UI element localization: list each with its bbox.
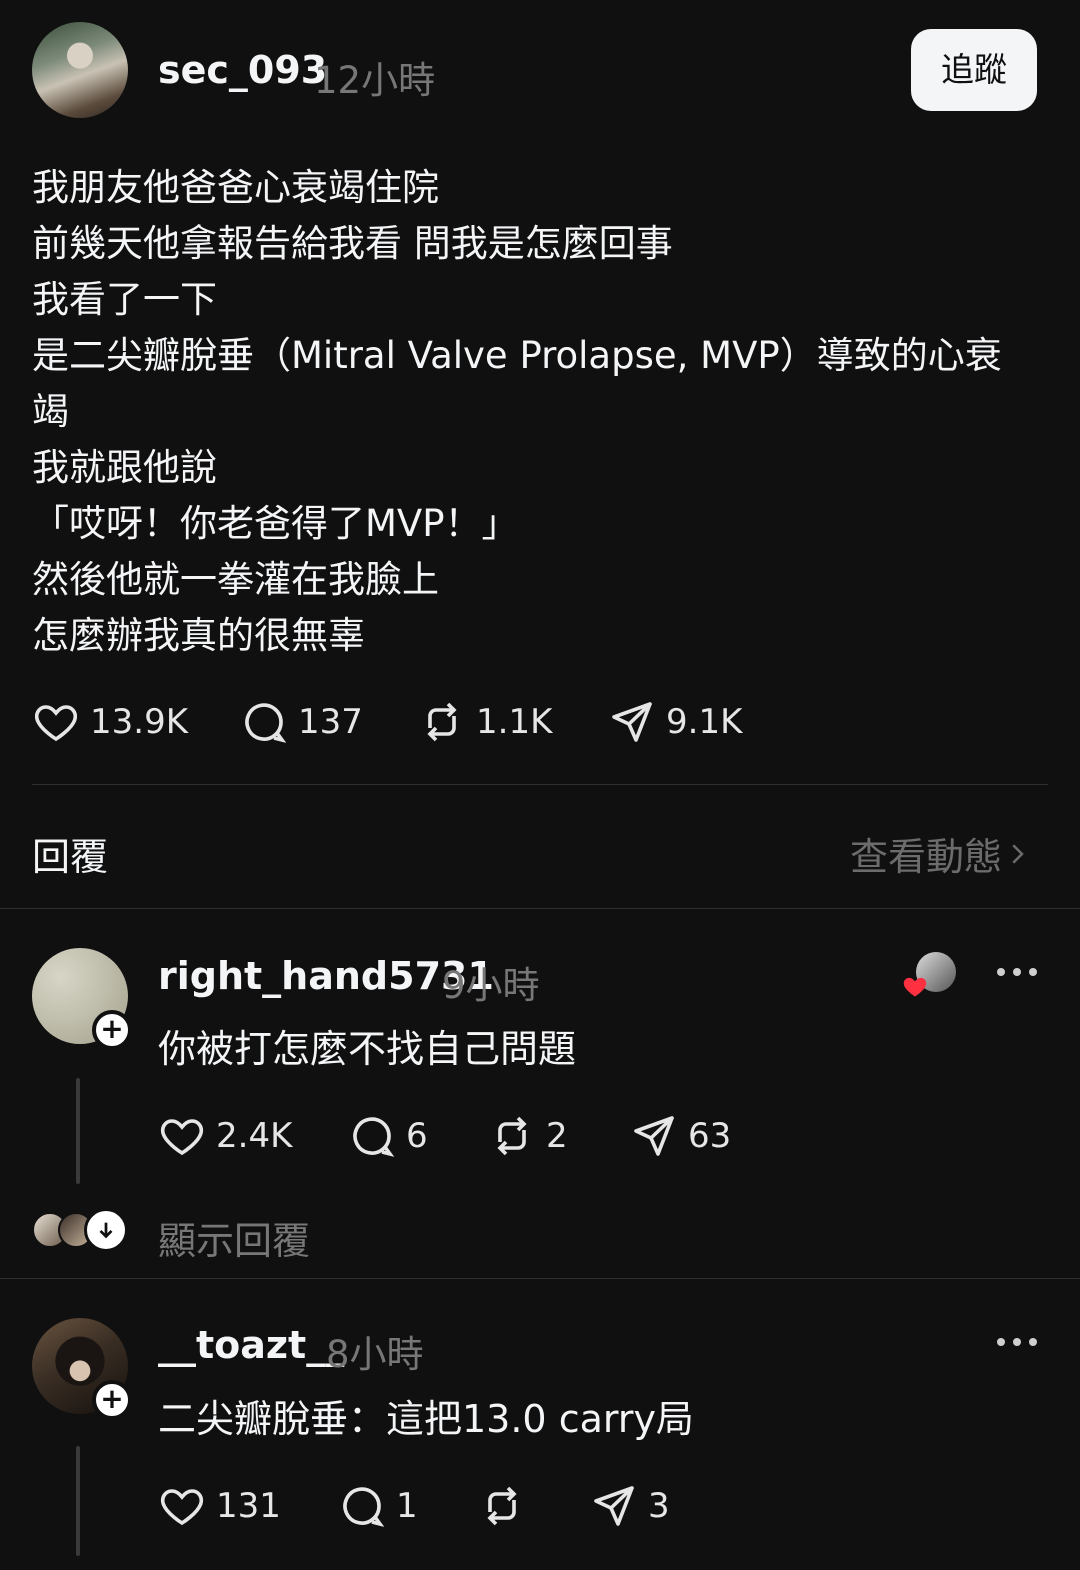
comment-button[interactable]: 137 [240,696,363,748]
plus-icon[interactable]: + [92,1380,132,1420]
repost-icon [487,1486,517,1526]
repost-button[interactable]: 2 [488,1110,568,1162]
post-line: 然後他就一拳灌在我臉上 [32,558,439,601]
repost-count: 1.1K [476,702,553,742]
post-author-username[interactable]: sec_093 [158,48,327,92]
thread-line [76,1078,80,1184]
heart-icon [903,977,927,997]
thread-line [76,1446,80,1556]
reply-timestamp: 8小時 [326,1333,424,1376]
like-button[interactable]: 13.9K [32,696,188,748]
share-button[interactable]: 3 [590,1480,670,1532]
arrow-down-icon[interactable] [84,1208,128,1252]
post-line: 我朋友他爸爸心衰竭住院 [32,166,439,209]
comment-icon [343,1487,385,1527]
like-button[interactable]: 2.4K [158,1110,292,1162]
show-replies-link[interactable]: 顯示回覆 [158,1210,310,1265]
post-line: 怎麼辦我真的很無辜 [32,614,365,657]
comment-count: 137 [298,702,363,742]
comment-count: 1 [396,1486,418,1526]
divider [0,1278,1080,1279]
post-line: 是二尖瓣脫垂（Mitral Valve Prolapse, MVP）導致的心衰 [32,334,1002,377]
post-line: 竭 [32,390,69,433]
more-icon[interactable] [997,968,1037,976]
follow-button[interactable]: 追蹤 [911,29,1037,111]
share-count: 3 [648,1486,670,1526]
repost-icon [427,702,457,742]
share-icon [594,1486,634,1526]
reply-text: 你被打怎麼不找自己問題 [158,1027,577,1071]
share-icon [634,1116,674,1156]
heart-icon [160,1489,204,1526]
reply-text: 二尖瓣脫垂：這把13.0 carry局 [158,1397,694,1441]
post-line: 我看了一下 [32,278,217,321]
more-icon[interactable] [997,1338,1037,1346]
comment-count: 6 [406,1116,428,1156]
post-timestamp: 12小時 [314,59,436,102]
like-count: 13.9K [90,702,188,742]
post-line: 我就跟他說 [32,446,217,489]
share-count: 63 [688,1116,732,1156]
heart-icon [160,1119,204,1156]
repost-button[interactable]: 1.1K [418,696,552,748]
like-count: 2.4K [216,1116,293,1156]
plus-icon[interactable]: + [92,1010,132,1050]
repost-button[interactable] [478,1480,536,1532]
view-activity-link[interactable]: 查看動態 [850,826,1032,881]
reply-author-username[interactable]: __toazt__ [158,1323,344,1367]
divider [0,908,1080,909]
share-icon [612,702,652,742]
view-activity-label: 查看動態 [849,835,1002,879]
comment-icon [245,703,287,743]
replies-title: 回覆 [32,835,109,879]
thread-page: sec_093 12小時 追蹤 我朋友他爸爸心衰竭住院 前幾天他拿報告給我看 問… [0,0,1080,1570]
post-line: 「哎呀！你老爸得了MVP！」 [32,502,519,545]
share-count: 9.1K [666,702,743,742]
post-body: 我朋友他爸爸心衰竭住院 前幾天他拿報告給我看 問我是怎麼回事 我看了一下 是二尖… [32,160,1032,664]
share-button[interactable]: 9.1K [608,696,742,748]
repost-count: 2 [546,1116,568,1156]
chevron-right-icon [1012,843,1024,864]
reply-timestamp: 9小時 [442,964,540,1007]
like-count: 131 [216,1486,281,1526]
comment-button[interactable]: 6 [348,1110,428,1162]
divider [32,784,1048,785]
post-author-avatar[interactable] [32,22,128,118]
comment-button[interactable]: 1 [338,1480,418,1532]
comment-icon [353,1117,395,1157]
heart-icon [34,705,78,742]
share-button[interactable]: 63 [630,1110,731,1162]
post-line: 前幾天他拿報告給我看 問我是怎麼回事 [32,222,673,265]
repost-icon [497,1116,527,1156]
like-button[interactable]: 131 [158,1480,281,1532]
